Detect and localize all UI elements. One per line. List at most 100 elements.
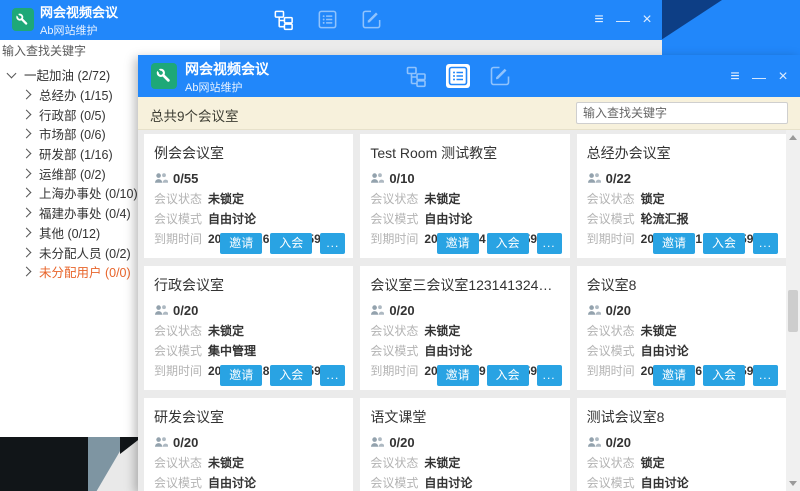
chevron-right-icon[interactable] (22, 109, 32, 119)
room-mode-row: 会议模式自由讨论 (370, 209, 559, 229)
people-icon (587, 304, 601, 316)
room-expire-label: 到期时间 (370, 229, 424, 249)
join-button[interactable]: 入会 (270, 233, 312, 254)
room-status-value: 未锁定 (424, 189, 460, 209)
occupancy-row: 0/22 (587, 168, 776, 188)
room-expire-label: 到期时间 (587, 361, 641, 381)
app-icon (151, 63, 177, 89)
more-button[interactable]: ... (753, 233, 778, 254)
occupancy-count: 0/20 (173, 303, 198, 318)
tree-item-label: 市场部 (0/6) (39, 124, 106, 143)
wrench-icon (14, 11, 31, 29)
close-icon[interactable] (636, 10, 658, 29)
join-button[interactable]: 入会 (703, 233, 745, 254)
tree-item-label: 研发部 (1/16) (39, 144, 113, 163)
compose-tab[interactable] (360, 8, 383, 31)
room-status-row: 会议状态未锁定 (154, 453, 343, 473)
chevron-right-icon[interactable] (22, 129, 32, 139)
hierarchy-tab[interactable] (404, 64, 428, 88)
chevron-down-icon[interactable] (7, 68, 17, 78)
hierarchy-tab[interactable] (272, 8, 295, 31)
card-actions: 邀请入会... (220, 233, 345, 254)
room-title: 研发会议室 (154, 407, 343, 427)
meeting-list-tab[interactable] (316, 8, 339, 31)
occupancy-count: 0/10 (389, 171, 414, 186)
room-card: 测试会议室8 0/20会议状态锁定会议模式自由讨论到期时间2021-06-30 … (577, 398, 786, 491)
menu-icon[interactable] (588, 10, 610, 29)
room-title: 会议室三会议室123141324141三会... (370, 275, 559, 295)
minimize-icon[interactable] (612, 11, 634, 29)
room-mode-value: 自由讨论 (424, 341, 472, 361)
people-icon (587, 436, 601, 448)
occupancy-row: 0/20 (587, 300, 776, 320)
invite-button[interactable]: 邀请 (653, 365, 695, 386)
card-actions: 邀请入会... (653, 365, 778, 386)
chevron-right-icon[interactable] (22, 208, 32, 218)
join-button[interactable]: 入会 (487, 365, 529, 386)
room-mode-value: 自由讨论 (641, 473, 689, 491)
meeting-list-icon (446, 64, 470, 88)
summary-bar: 总共9个会议室 (138, 97, 800, 130)
invite-button[interactable]: 邀请 (437, 365, 479, 386)
occupancy-row: 0/20 (587, 432, 776, 452)
minimize-icon[interactable] (748, 68, 770, 86)
chevron-right-icon[interactable] (22, 188, 32, 198)
more-button[interactable]: ... (537, 365, 562, 386)
chevron-right-icon[interactable] (22, 149, 32, 159)
invite-button[interactable]: 邀请 (653, 233, 695, 254)
room-status-label: 会议状态 (154, 321, 208, 341)
room-status-row: 会议状态未锁定 (370, 453, 559, 473)
room-card: 总经办会议室 0/22会议状态锁定会议模式轮流汇报到期时间2022-01-01 … (577, 134, 786, 258)
occupancy-row: 0/10 (370, 168, 559, 188)
vertical-scrollbar[interactable] (786, 130, 800, 491)
room-status-label: 会议状态 (370, 321, 424, 341)
room-status-label: 会议状态 (154, 189, 208, 209)
tree-item-label: 福建办事处 (0/4) (39, 203, 131, 222)
meeting-list-tab[interactable] (446, 64, 470, 88)
room-mode-label: 会议模式 (587, 341, 641, 361)
occupancy-row: 0/20 (154, 300, 343, 320)
room-status-value: 未锁定 (641, 321, 677, 341)
scroll-up-icon[interactable] (789, 135, 797, 140)
more-button[interactable]: ... (537, 233, 562, 254)
room-count-summary: 总共9个会议室 (150, 105, 239, 125)
invite-button[interactable]: 邀请 (437, 233, 479, 254)
app-icon (12, 8, 34, 31)
chevron-right-icon[interactable] (22, 267, 32, 277)
compose-tab[interactable] (488, 64, 512, 88)
join-button[interactable]: 入会 (703, 365, 745, 386)
scrollbar-thumb[interactable] (788, 290, 798, 332)
room-expire-label: 到期时间 (154, 361, 208, 381)
room-card: 语文课堂 0/20会议状态未锁定会议模式自由讨论到期时间2022-01-26 2… (360, 398, 569, 491)
room-status-value: 锁定 (641, 189, 665, 209)
invite-button[interactable]: 邀请 (220, 233, 262, 254)
tree-item-label: 运维部 (0/2) (39, 164, 106, 183)
menu-icon[interactable] (724, 67, 746, 86)
more-button[interactable]: ... (320, 233, 345, 254)
room-status-label: 会议状态 (370, 189, 424, 209)
people-icon (154, 436, 168, 448)
chevron-right-icon[interactable] (22, 168, 32, 178)
wallpaper-bottom-left (0, 437, 150, 491)
room-card: 会议室8 0/20会议状态未锁定会议模式自由讨论到期时间2022-01-26 2… (577, 266, 786, 390)
scroll-down-icon[interactable] (789, 481, 797, 486)
chevron-right-icon[interactable] (22, 90, 32, 100)
chevron-right-icon[interactable] (22, 227, 32, 237)
front-window-controls (724, 67, 794, 86)
people-icon (154, 304, 168, 316)
people-icon (370, 304, 384, 316)
more-button[interactable]: ... (320, 365, 345, 386)
room-search-input[interactable] (576, 102, 788, 124)
back-toolbar (272, 8, 383, 31)
room-card: Test Room 测试教室 0/10会议状态未锁定会议模式自由讨论到期时间20… (360, 134, 569, 258)
invite-button[interactable]: 邀请 (220, 365, 262, 386)
room-status-row: 会议状态锁定 (587, 453, 776, 473)
more-button[interactable]: ... (753, 365, 778, 386)
close-icon[interactable] (772, 67, 794, 86)
chevron-right-icon[interactable] (22, 247, 32, 257)
app-title: 网会视频会议 (40, 6, 118, 20)
join-button[interactable]: 入会 (270, 365, 312, 386)
occupancy-count: 0/20 (389, 303, 414, 318)
room-grid: 例会会议室 0/55会议状态未锁定会议模式自由讨论到期时间2028-01-26 … (138, 130, 786, 491)
join-button[interactable]: 入会 (487, 233, 529, 254)
